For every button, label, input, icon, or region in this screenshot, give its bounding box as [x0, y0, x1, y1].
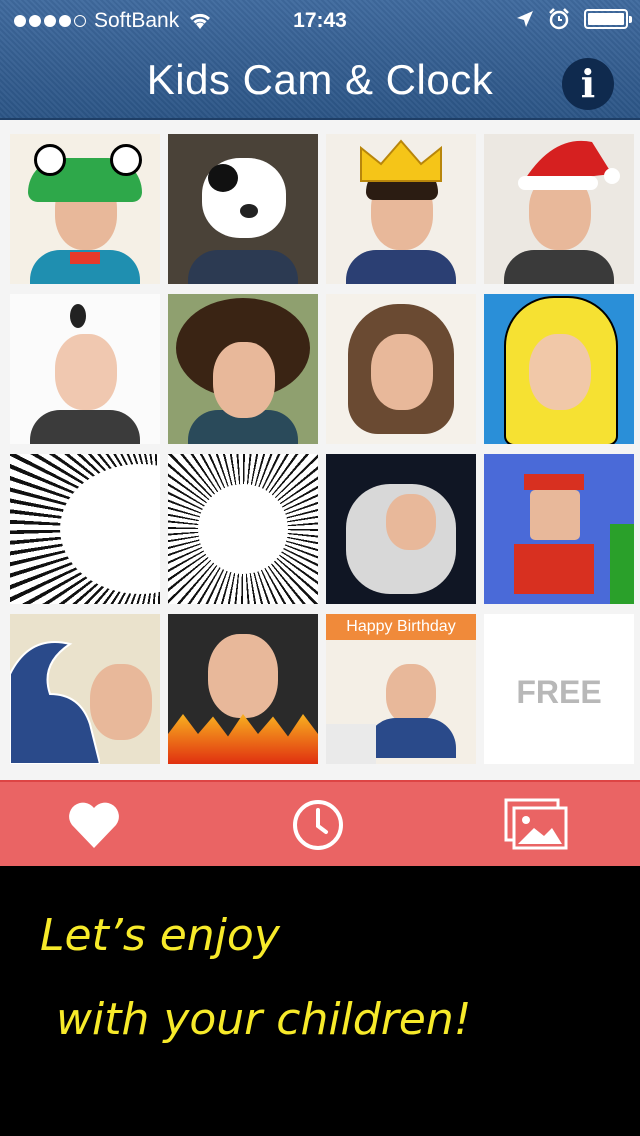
frame-long-wig[interactable] [326, 294, 476, 444]
app-title: Kids Cam & Clock [146, 56, 494, 103]
frame-pixel-hero[interactable] [484, 454, 634, 604]
info-button[interactable]: i [562, 58, 614, 110]
free-label: FREE [516, 674, 602, 710]
bottom-toolbar [0, 780, 640, 866]
slogan-line-1: Let’s enjoy [40, 910, 280, 961]
frame-cow-mask[interactable] [168, 134, 318, 284]
frame-grid: Happy Birthday FREE [0, 120, 640, 780]
frame-afro[interactable] [168, 294, 318, 444]
frame-speed-lines-left[interactable] [10, 454, 160, 604]
location-arrow-icon [517, 11, 533, 27]
header: SoftBank 17:43 Kids Cam & Clock i [0, 0, 640, 120]
slogan-line-2: with your children! [56, 994, 472, 1045]
frame-santa-hat[interactable] [484, 134, 634, 284]
frame-crown[interactable] [326, 134, 476, 284]
battery-icon [584, 9, 632, 29]
alarm-clock-icon [549, 8, 569, 30]
frame-manga-blonde[interactable] [484, 294, 634, 444]
promo-banner: Let’s enjoy with your children! [0, 866, 640, 1136]
frame-happy-birthday[interactable]: Happy Birthday [326, 614, 476, 764]
clock-icon[interactable] [288, 798, 348, 852]
frame-astronaut[interactable] [326, 454, 476, 604]
frame-fire[interactable] [168, 614, 318, 764]
frame-speed-lines-center[interactable] [168, 454, 318, 604]
status-bar: SoftBank 17:43 [0, 0, 640, 40]
frame-frog-hat[interactable] [10, 134, 160, 284]
frame-bald-wig[interactable] [10, 294, 160, 444]
status-right [516, 8, 632, 30]
frame-free-slot[interactable]: FREE [484, 614, 634, 764]
birthday-banner: Happy Birthday [326, 614, 476, 640]
frame-great-wave[interactable] [10, 614, 160, 764]
heart-icon[interactable] [64, 798, 124, 852]
photo-gallery-icon[interactable] [504, 798, 570, 852]
